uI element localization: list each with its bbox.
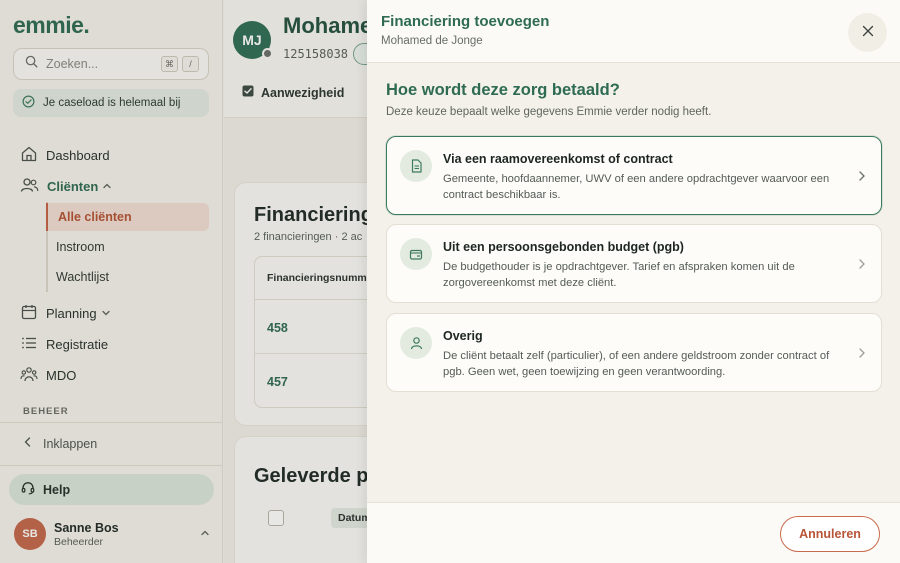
close-icon <box>862 24 874 42</box>
cancel-button[interactable]: Annuleren <box>780 516 880 552</box>
option-title: Uit een persoonsgebonden budget (pgb) <box>443 240 684 254</box>
chevron-right-icon <box>858 257 866 276</box>
option-description: Gemeente, hoofdaannemer, UWV of een ande… <box>443 173 830 201</box>
chevron-right-icon <box>858 346 866 365</box>
question-title: Hoe wordt deze zorg betaald? <box>386 81 620 99</box>
option-other[interactable]: Overig De cliënt betaalt zelf (particuli… <box>386 313 882 392</box>
option-pgb[interactable]: Uit een persoonsgebonden budget (pgb) De… <box>386 224 882 303</box>
person-icon <box>400 327 432 359</box>
drawer-header: Financiering toevoegen Mohamed de Jonge <box>367 0 900 63</box>
chevron-right-icon <box>858 169 866 188</box>
option-title: Overig <box>443 329 483 343</box>
close-button[interactable] <box>848 13 887 52</box>
drawer-title: Financiering toevoegen <box>381 13 550 30</box>
option-contract[interactable]: Via een raamovereenkomst of contract Gem… <box>386 136 882 215</box>
drawer-subtitle: Mohamed de Jonge <box>381 35 483 47</box>
drawer-footer: Annuleren <box>367 502 900 563</box>
modal-backdrop[interactable] <box>0 0 367 563</box>
option-description: De cliënt betaalt zelf (particulier), of… <box>443 350 830 378</box>
option-title: Via een raamovereenkomst of contract <box>443 152 673 166</box>
question-subtitle: Deze keuze bepaalt welke gegevens Emmie … <box>386 106 712 118</box>
wallet-icon <box>400 238 432 270</box>
document-icon <box>400 150 432 182</box>
option-description: De budgethouder is je opdrachtgever. Tar… <box>443 261 795 289</box>
add-financing-drawer: Financiering toevoegen Mohamed de Jonge … <box>367 0 900 563</box>
